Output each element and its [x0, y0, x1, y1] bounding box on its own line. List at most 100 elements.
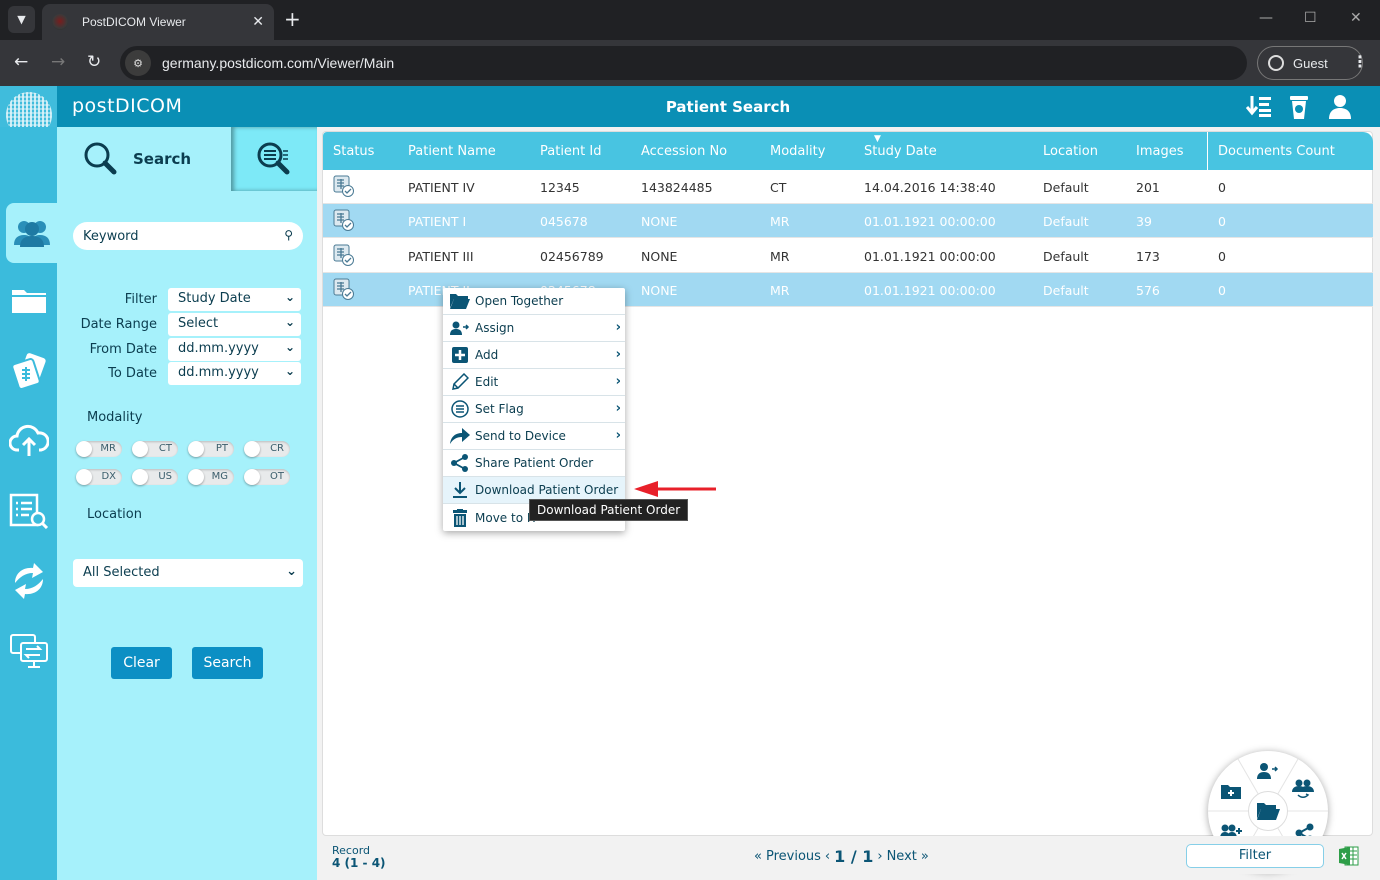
context-menu: Open Together Assign › Add › Edit › Set … — [443, 288, 625, 531]
add-folder-icon[interactable] — [1219, 781, 1243, 801]
col-status[interactable]: Status — [333, 144, 374, 159]
chevron-down-icon: ⌄ — [284, 290, 295, 304]
table-row[interactable]: PATIENT III 02456789 NONE MR 01.01.1921 … — [323, 239, 1373, 273]
cell-images: 201 — [1136, 180, 1160, 195]
col-patient-name[interactable]: Patient Name — [408, 144, 496, 159]
from-date-input[interactable]: dd.mm.yyyy ⌄ — [168, 338, 301, 361]
modality-toggle-ct[interactable]: CT — [132, 441, 178, 457]
first-page-icon[interactable]: « — [754, 849, 762, 864]
tab-search-label: Search — [133, 150, 192, 168]
col-modality[interactable]: Modality — [770, 144, 825, 159]
search-icon[interactable]: ⚲ — [284, 228, 293, 242]
folder-open-icon — [450, 292, 470, 310]
back-icon[interactable]: ← — [14, 52, 28, 72]
recycle-bin-icon[interactable] — [1289, 94, 1309, 125]
patients-transfer-icon[interactable] — [1291, 779, 1315, 799]
rail-item-upload[interactable] — [0, 411, 57, 471]
modality-toggle-dx[interactable]: DX — [76, 469, 122, 485]
cell-location: Default — [1043, 180, 1089, 195]
table-row[interactable]: PATIENT I 045678 NONE MR 01.01.1921 00:0… — [323, 204, 1373, 238]
browser-menu-icon[interactable]: ⋮ — [1352, 52, 1368, 71]
forward-icon[interactable]: → — [51, 52, 65, 72]
cell-docs-count: 0 — [1218, 283, 1226, 298]
previous-button[interactable]: Previous — [766, 849, 821, 864]
menu-item-edit[interactable]: Edit › — [443, 369, 625, 396]
cell-accession: 143824485 — [641, 180, 713, 195]
status-report-icon — [333, 209, 354, 231]
menu-item-send-to-device[interactable]: Send to Device › — [443, 423, 625, 450]
rail-item-folder[interactable] — [0, 270, 57, 330]
cell-patient-id: 02456789 — [540, 249, 604, 264]
cell-accession: NONE — [641, 283, 678, 298]
cell-docs-count: 0 — [1218, 214, 1226, 229]
reload-icon[interactable]: ↻ — [87, 52, 101, 72]
next-page-icon[interactable]: › — [877, 849, 882, 864]
filter-select[interactable]: Study Date ⌄ — [168, 288, 301, 311]
modality-toggle-us[interactable]: US — [132, 469, 178, 485]
keyword-input[interactable]: Keyword ⚲ — [73, 222, 303, 250]
radial-center-button[interactable] — [1248, 791, 1288, 831]
minimize-icon[interactable]: — — [1259, 10, 1273, 26]
rail-item-worklist[interactable] — [0, 481, 57, 541]
modality-toggle-mr[interactable]: MR — [76, 441, 122, 457]
table-header: Status Patient Name Patient Id Accession… — [323, 132, 1373, 170]
col-accession-no[interactable]: Accession No — [641, 144, 727, 159]
cell-location: Default — [1043, 214, 1089, 229]
tab-search-button[interactable]: ▼ — [8, 6, 35, 33]
date-range-row: Date Range Select ⌄ — [57, 313, 317, 337]
rail-item-sync[interactable] — [0, 551, 57, 611]
date-range-select[interactable]: Select ⌄ — [168, 313, 301, 336]
filter-button[interactable]: Filter — [1186, 844, 1324, 868]
new-tab-button[interactable]: + — [284, 8, 301, 30]
modality-toggle-mg[interactable]: MG — [188, 469, 234, 485]
prev-page-icon[interactable]: ‹ — [825, 849, 830, 864]
clear-button[interactable]: Clear — [111, 647, 172, 679]
browser-tab[interactable]: PostDICOM Viewer ✕ — [42, 4, 274, 40]
filter-row: Filter Study Date ⌄ — [57, 288, 317, 312]
location-label: Location — [87, 507, 142, 522]
menu-item-assign[interactable]: Assign › — [443, 315, 625, 342]
modality-toggle-pt[interactable]: PT — [188, 441, 234, 457]
maximize-icon[interactable]: ☐ — [1304, 10, 1317, 26]
window-close-icon[interactable]: ✕ — [1350, 10, 1362, 26]
col-patient-id[interactable]: Patient Id — [540, 144, 601, 159]
share-icon — [450, 454, 470, 472]
col-images[interactable]: Images — [1136, 144, 1184, 159]
menu-item-set-flag[interactable]: Set Flag › — [443, 396, 625, 423]
brand-logo[interactable]: postDICOM — [72, 95, 182, 117]
site-settings-icon[interactable]: ⚙ — [125, 50, 151, 76]
address-bar[interactable]: ⚙ germany.postdicom.com/Viewer/Main — [120, 46, 1247, 80]
rail-item-patients[interactable] — [6, 203, 57, 263]
to-date-input[interactable]: dd.mm.yyyy ⌄ — [168, 362, 301, 385]
col-location[interactable]: Location — [1043, 144, 1098, 159]
chevron-right-icon: › — [615, 401, 621, 416]
menu-item-add[interactable]: Add › — [443, 342, 625, 369]
excel-export-icon[interactable] — [1339, 846, 1359, 866]
profile-button[interactable]: Guest — [1257, 46, 1363, 80]
col-documents-count[interactable]: Documents Count — [1218, 144, 1335, 159]
search-icon — [84, 142, 117, 175]
sort-list-icon[interactable] — [1245, 94, 1272, 123]
rail-item-xray[interactable] — [0, 341, 57, 401]
date-range-value: Select — [178, 316, 219, 331]
user-icon[interactable] — [1329, 94, 1351, 125]
col-study-date[interactable]: Study Date — [864, 144, 937, 159]
url-text[interactable]: germany.postdicom.com/Viewer/Main — [162, 55, 394, 71]
tab-search[interactable]: Search — [57, 127, 231, 191]
search-button[interactable]: Search — [192, 647, 263, 679]
next-button[interactable]: Next — [887, 849, 917, 864]
cell-docs-count: 0 — [1218, 180, 1226, 195]
menu-item-share-patient-order[interactable]: Share Patient Order — [443, 450, 625, 477]
menu-item-open-together[interactable]: Open Together — [443, 288, 625, 315]
modality-toggle-cr[interactable]: CR — [244, 441, 290, 457]
table-row[interactable]: PATIENT IV 12345 143824485 CT 14.04.2016… — [323, 170, 1373, 204]
assign-user-icon[interactable] — [1256, 761, 1280, 781]
modality-toggle-ot[interactable]: OT — [244, 469, 290, 485]
location-select[interactable]: All Selected ⌄ — [73, 559, 303, 587]
tab-advanced-search[interactable] — [231, 127, 317, 191]
last-page-icon[interactable]: » — [921, 849, 929, 864]
rail-item-transfer[interactable] — [0, 621, 57, 681]
close-tab-icon[interactable]: ✕ — [252, 14, 264, 30]
cell-study-date: 14.04.2016 14:38:40 — [864, 180, 996, 195]
to-date-row: To Date dd.mm.yyyy ⌄ — [57, 362, 317, 386]
